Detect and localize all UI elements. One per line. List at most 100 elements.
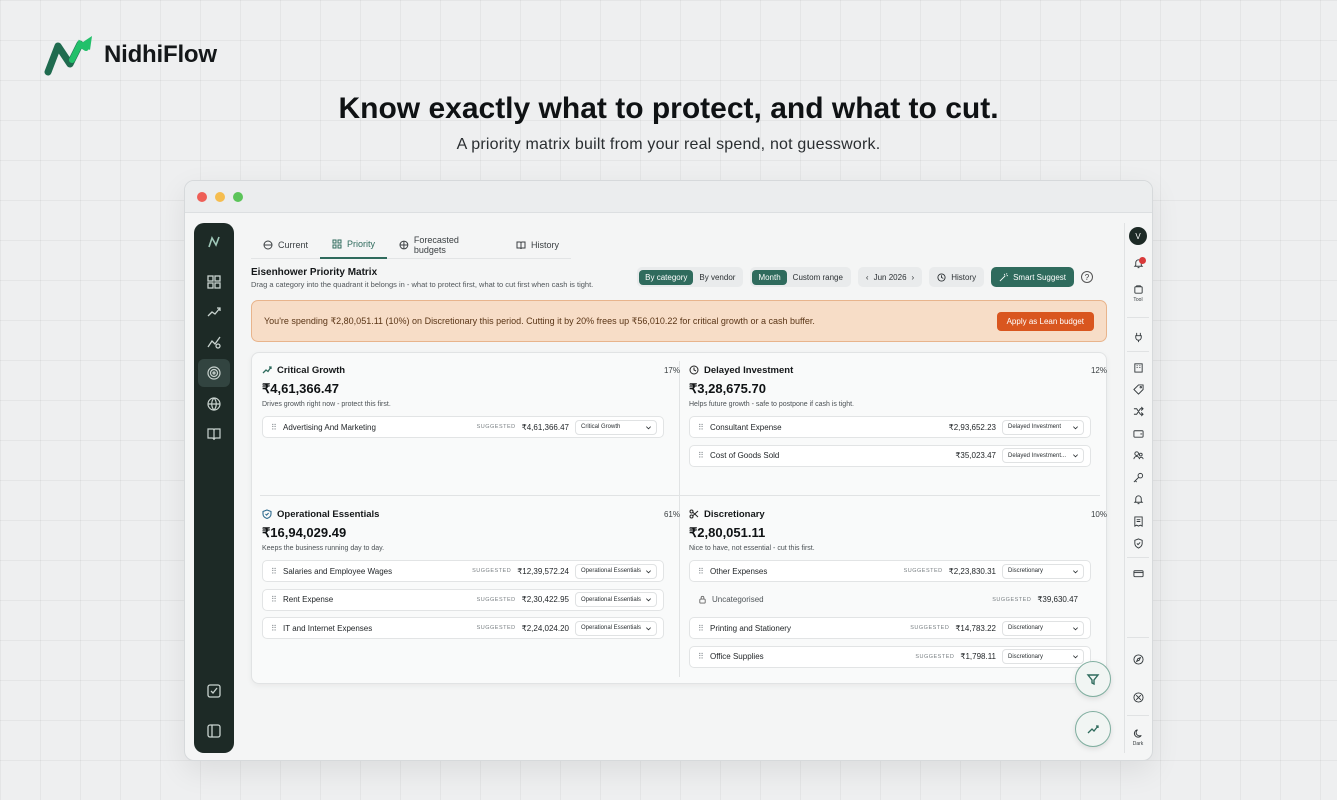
chevron-down-icon bbox=[1073, 655, 1078, 659]
smart-suggest-label: Smart Suggest bbox=[1013, 272, 1066, 282]
tag-icon[interactable] bbox=[1132, 383, 1144, 395]
drag-handle-icon[interactable]: ⠿ bbox=[271, 423, 283, 432]
category-name: IT and Internet Expenses bbox=[283, 623, 373, 633]
assistant-fab[interactable] bbox=[1075, 711, 1111, 747]
quadrant-select[interactable]: Delayed Investment... bbox=[1002, 448, 1084, 463]
shield-check-icon[interactable] bbox=[1132, 537, 1144, 549]
quadrant-select[interactable]: Operational Essentials bbox=[575, 620, 657, 636]
moon-icon[interactable] bbox=[1132, 727, 1144, 739]
category-row[interactable]: ⠿ Advertising And Marketing SUGGESTED ₹4… bbox=[262, 416, 664, 438]
left-nav-rail bbox=[194, 223, 234, 753]
maximize-window-button[interactable] bbox=[233, 191, 243, 202]
building-icon[interactable] bbox=[1132, 361, 1144, 373]
quadrant-percent: 10% bbox=[1090, 509, 1107, 519]
receipt-icon[interactable] bbox=[1132, 515, 1144, 527]
users-icon[interactable] bbox=[1132, 449, 1144, 461]
drag-handle-icon[interactable]: ⠿ bbox=[698, 451, 710, 460]
drag-handle-icon[interactable]: ⠿ bbox=[698, 624, 710, 633]
quadrant-select[interactable]: Operational Essentials bbox=[575, 563, 657, 579]
tab-history[interactable]: History bbox=[504, 231, 571, 259]
category-row[interactable]: ⠿ Other Expenses SUGGESTED ₹2,23,830.31 … bbox=[689, 560, 1091, 582]
category-row[interactable]: ⠿ IT and Internet Expenses SUGGESTED ₹2,… bbox=[262, 617, 664, 639]
trend-up-icon[interactable] bbox=[205, 303, 223, 321]
brand: NidhiFlow bbox=[44, 34, 217, 76]
chevron-down-icon bbox=[646, 626, 651, 630]
avatar[interactable]: V bbox=[1129, 227, 1147, 245]
category-name: Consultant Expense bbox=[710, 422, 782, 432]
quadrant-select[interactable]: Critical Growth bbox=[575, 419, 657, 435]
quadrant-select[interactable]: Discretionary bbox=[1002, 620, 1084, 636]
chevron-right-icon[interactable]: › bbox=[912, 273, 915, 282]
card-icon[interactable] bbox=[1132, 567, 1144, 579]
quadrant-discretionary[interactable]: Discretionary 10% ₹2,80,051.11 Nice to h… bbox=[689, 507, 1107, 674]
chevron-down-icon bbox=[1073, 454, 1078, 458]
cash-flow-fab[interactable] bbox=[1075, 661, 1111, 697]
custom-range-button[interactable]: Custom range bbox=[787, 270, 849, 285]
chevron-left-icon[interactable]: ‹ bbox=[866, 273, 869, 282]
quadrant-select[interactable]: Delayed Investment bbox=[1002, 419, 1084, 435]
settings-icon[interactable] bbox=[1132, 691, 1144, 703]
apply-lean-budget-button[interactable]: Apply as Lean budget bbox=[996, 311, 1094, 331]
drag-handle-icon[interactable]: ⠿ bbox=[698, 567, 710, 576]
tool-icon[interactable] bbox=[1132, 283, 1144, 295]
suggested-badge: SUGGESTED bbox=[472, 568, 512, 574]
drag-handle-icon[interactable]: ⠿ bbox=[698, 652, 710, 661]
drag-handle-icon[interactable]: ⠿ bbox=[271, 595, 283, 604]
dashboard-icon[interactable] bbox=[205, 273, 223, 291]
tab-current[interactable]: Current bbox=[251, 231, 320, 259]
category-amount: ₹1,798.11 bbox=[960, 652, 996, 661]
key-icon[interactable] bbox=[1132, 471, 1144, 483]
quadrant-delayed-investment[interactable]: Delayed Investment 12% ₹3,28,675.70 Help… bbox=[689, 363, 1107, 473]
app-logo-icon[interactable] bbox=[205, 233, 223, 251]
tab-priority[interactable]: Priority bbox=[320, 231, 388, 259]
category-row[interactable]: ⠿ Rent Expense SUGGESTED ₹2,30,422.95 Op… bbox=[262, 588, 664, 611]
history-label: History bbox=[951, 272, 977, 282]
category-name: Other Expenses bbox=[710, 566, 768, 576]
window-titlebar bbox=[185, 181, 1152, 213]
compass-icon[interactable] bbox=[1132, 653, 1144, 665]
app-window: Current Priority Forecasted budgets Hist… bbox=[184, 180, 1153, 761]
select-value: Operational Essentials bbox=[581, 596, 642, 603]
drag-handle-icon[interactable]: ⠿ bbox=[271, 567, 283, 576]
tab-forecasted-budgets[interactable]: Forecasted budgets bbox=[387, 231, 504, 259]
category-row[interactable]: ⠿ Salaries and Employee Wages SUGGESTED … bbox=[262, 560, 664, 582]
quadrant-select[interactable]: Operational Essentials bbox=[575, 592, 657, 607]
wallet-icon[interactable] bbox=[1132, 427, 1144, 439]
history-button[interactable]: History bbox=[929, 267, 985, 287]
category-amount: ₹35,023.47 bbox=[955, 451, 996, 460]
category-amount: ₹12,39,572.24 bbox=[517, 566, 569, 576]
sidebar-toggle-icon[interactable] bbox=[205, 722, 223, 740]
smart-suggest-button[interactable]: Smart Suggest bbox=[991, 267, 1074, 287]
help-icon[interactable]: ? bbox=[1081, 271, 1093, 283]
category-row[interactable]: ⠿ Consultant Expense ₹2,93,652.23 Delaye… bbox=[689, 416, 1091, 438]
checkbox-icon[interactable] bbox=[205, 682, 223, 700]
plug-icon[interactable] bbox=[1132, 331, 1144, 343]
drag-handle-icon[interactable]: ⠿ bbox=[271, 624, 283, 633]
shield-icon bbox=[262, 509, 272, 519]
shuffle-icon[interactable] bbox=[1132, 405, 1144, 417]
category-row[interactable]: ⠿ Cost of Goods Sold ₹35,023.47 Delayed … bbox=[689, 444, 1091, 467]
quadrant-critical-growth[interactable]: Critical Growth 17% ₹4,61,366.47 Drives … bbox=[262, 363, 680, 445]
quadrant-select[interactable]: Discretionary bbox=[1002, 563, 1084, 579]
alarm-bell-icon[interactable] bbox=[1132, 493, 1144, 505]
category-row[interactable]: ⠿ Office Supplies SUGGESTED ₹1,798.11 Di… bbox=[689, 645, 1091, 668]
category-amount: ₹2,93,652.23 bbox=[948, 422, 996, 432]
by-vendor-button[interactable]: By vendor bbox=[693, 270, 741, 285]
category-name: Office Supplies bbox=[710, 652, 764, 661]
book-icon[interactable] bbox=[205, 425, 223, 443]
globe-icon[interactable] bbox=[205, 395, 223, 413]
quadrant-desc: Drives growth right now - protect this f… bbox=[262, 401, 391, 408]
category-row[interactable]: ⠿ Printing and Stationery SUGGESTED ₹14,… bbox=[689, 617, 1091, 639]
quadrant-operational-essentials[interactable]: Operational Essentials 61% ₹16,94,029.49… bbox=[262, 507, 680, 646]
analytics-icon[interactable] bbox=[205, 333, 223, 351]
priority-target-icon[interactable] bbox=[198, 359, 230, 387]
drag-handle-icon[interactable]: ⠿ bbox=[698, 423, 710, 432]
view-by-toggle: By category By vendor bbox=[637, 267, 744, 287]
main-content: Current Priority Forecasted budgets Hist… bbox=[247, 223, 1109, 753]
minimize-window-button[interactable] bbox=[215, 191, 225, 202]
chevron-down-icon bbox=[1073, 626, 1078, 630]
by-category-button[interactable]: By category bbox=[639, 269, 694, 285]
month-button[interactable]: Month bbox=[752, 269, 787, 285]
close-window-button[interactable] bbox=[197, 191, 207, 202]
quadrant-select[interactable]: Discretionary bbox=[1002, 649, 1084, 664]
